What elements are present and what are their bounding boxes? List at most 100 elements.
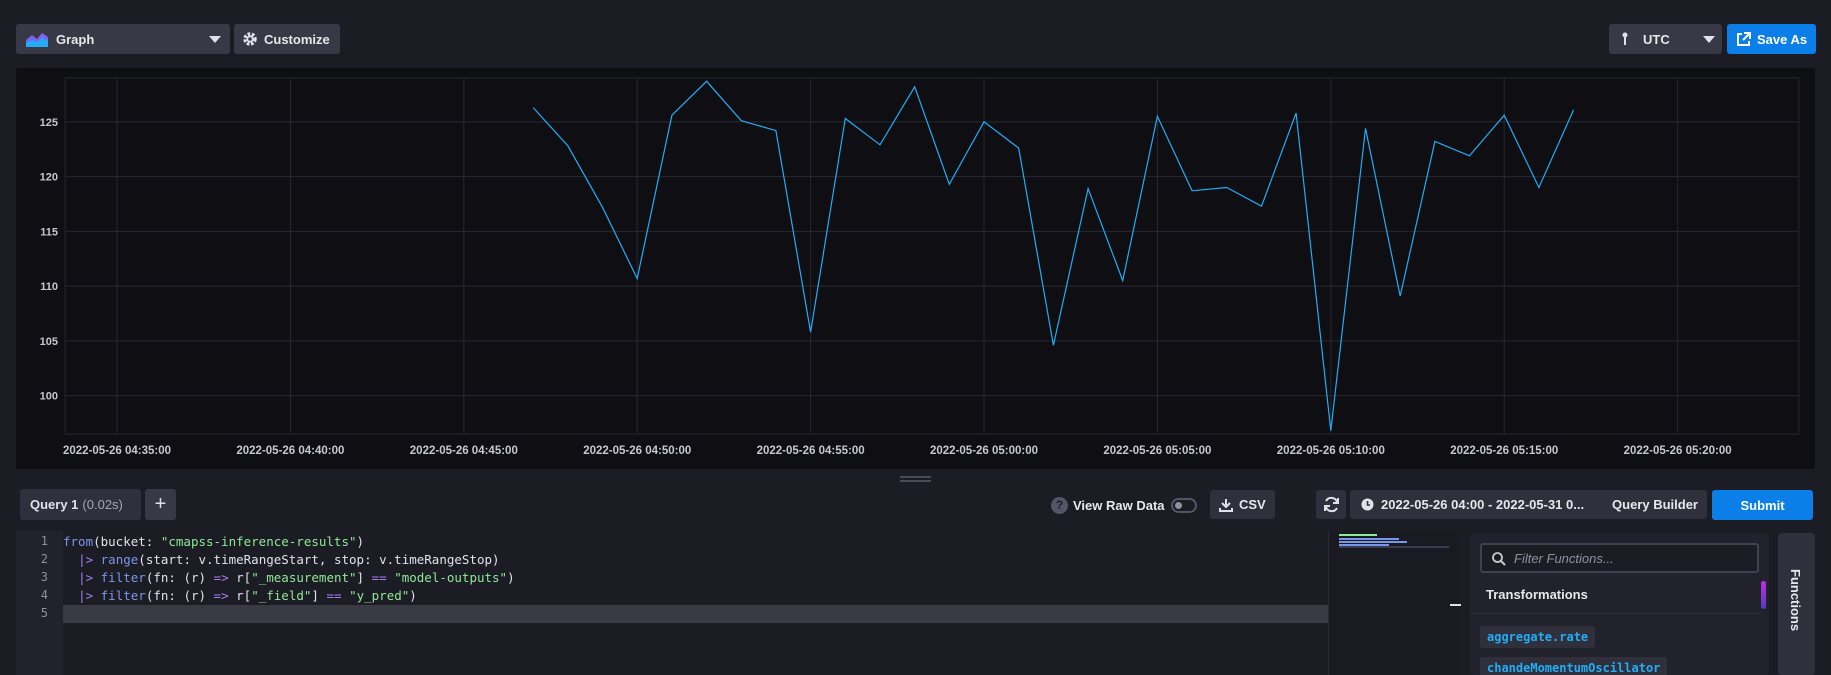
code-token: => bbox=[213, 570, 229, 585]
add-query-button[interactable]: + bbox=[145, 489, 176, 520]
code-token: == bbox=[326, 588, 342, 603]
x-tick-label: 2022-05-26 04:40:00 bbox=[236, 445, 344, 457]
submit-button[interactable]: Submit bbox=[1712, 490, 1813, 520]
x-tick-label: 2022-05-26 04:45:00 bbox=[410, 445, 518, 457]
customize-button[interactable]: Customize bbox=[234, 24, 340, 54]
line-number: 3 bbox=[40, 570, 48, 584]
view-raw-data-label: View Raw Data bbox=[1073, 497, 1165, 513]
y-tick-label: 105 bbox=[40, 336, 58, 348]
graph-type-icon bbox=[26, 33, 48, 47]
refresh-button[interactable] bbox=[1316, 490, 1346, 519]
code-line[interactable]: |> range(start: v.timeRangeStart, stop: … bbox=[63, 552, 499, 567]
code-token: ) bbox=[356, 534, 365, 549]
line-number: 1 bbox=[40, 534, 48, 548]
code-line[interactable]: |> filter(fn: (r) => r["_measurement"] =… bbox=[63, 570, 515, 585]
time-range-dropdown[interactable]: 2022-05-26 04:00 - 2022-05-31 0... bbox=[1350, 490, 1631, 519]
search-icon bbox=[1492, 552, 1506, 566]
collapse-icon[interactable] bbox=[1450, 604, 1461, 606]
code-minimap[interactable] bbox=[1328, 531, 1458, 675]
code-token: filter bbox=[100, 588, 146, 603]
code-line[interactable]: |> filter(fn: (r) => r["_field"] == "y_p… bbox=[63, 588, 417, 603]
functions-panel: Filter Functions... Transformations aggr… bbox=[1470, 533, 1769, 675]
code-token: (fn: (r) bbox=[145, 588, 214, 603]
export-icon bbox=[1737, 31, 1751, 46]
x-tick-label: 2022-05-26 05:10:00 bbox=[1277, 445, 1385, 457]
code-line[interactable]: from(bucket: "cmapss-inference-results") bbox=[63, 534, 364, 549]
code-token: filter bbox=[100, 570, 146, 585]
y-tick-label: 120 bbox=[40, 172, 58, 184]
filter-functions-input[interactable]: Filter Functions... bbox=[1480, 543, 1759, 573]
timezone-dropdown[interactable]: UTC bbox=[1609, 24, 1722, 54]
query-tab-label: Query 1 bbox=[30, 497, 79, 512]
customize-label: Customize bbox=[264, 31, 330, 47]
submit-label: Submit bbox=[1740, 497, 1785, 513]
csv-button[interactable]: CSV bbox=[1210, 490, 1275, 519]
toggle-switch[interactable] bbox=[1170, 497, 1197, 513]
query-builder-label: Query Builder bbox=[1612, 497, 1698, 512]
transformations-heading: Transformations bbox=[1486, 587, 1588, 602]
query-builder-button[interactable]: Query Builder bbox=[1603, 490, 1707, 519]
code-token: r[ bbox=[228, 588, 252, 603]
help-icon: ? bbox=[1051, 496, 1068, 514]
function-item-chande-momentum-oscillator[interactable]: chandeMomentumOscillator bbox=[1480, 657, 1668, 675]
line-number: 2 bbox=[40, 552, 48, 566]
y-tick-label: 115 bbox=[40, 226, 58, 238]
active-line-highlight bbox=[63, 605, 1328, 623]
code-token: "cmapss-inference-results" bbox=[160, 534, 357, 549]
x-tick-label: 2022-05-26 05:05:00 bbox=[1103, 445, 1211, 457]
code-token: |> bbox=[78, 552, 94, 567]
gear-icon bbox=[243, 32, 257, 46]
code-token: |> bbox=[78, 570, 94, 585]
line-chart[interactable]: 100 105 110 115 120 125 2022-05-26 04:35:00 202… bbox=[16, 68, 1815, 469]
x-tick-label: 2022-05-26 04:50:00 bbox=[583, 445, 691, 457]
code-token: "_field" bbox=[251, 588, 312, 603]
plus-icon: + bbox=[154, 493, 167, 515]
chevron-down-icon bbox=[209, 36, 221, 43]
functions-side-label: Functions bbox=[1788, 569, 1803, 632]
query-tab[interactable]: Query 1 (0.02s) bbox=[20, 489, 141, 520]
code-token: ] bbox=[356, 570, 372, 585]
function-item-aggregate-rate[interactable]: aggregate.rate bbox=[1480, 626, 1596, 648]
line-number: 5 bbox=[40, 606, 48, 620]
y-tick-label: 100 bbox=[40, 391, 58, 403]
y-tick-label: 125 bbox=[40, 117, 58, 129]
refresh-icon bbox=[1323, 496, 1339, 513]
code-token: from bbox=[63, 534, 94, 549]
x-tick-label: 2022-05-26 05:15:00 bbox=[1450, 445, 1558, 457]
code-token: "_measurement" bbox=[251, 570, 357, 585]
code-token: => bbox=[213, 588, 229, 603]
filter-placeholder: Filter Functions... bbox=[1514, 550, 1614, 566]
x-tick-label: 2022-05-26 05:00:00 bbox=[930, 445, 1038, 457]
y-tick-label: 110 bbox=[40, 281, 58, 293]
code-token: ) bbox=[507, 570, 515, 585]
view-raw-data-toggle[interactable]: ? View Raw Data bbox=[1051, 488, 1213, 522]
functions-side-tab[interactable]: Functions bbox=[1778, 533, 1815, 675]
x-tick-label: 2022-05-26 05:20:00 bbox=[1624, 445, 1732, 457]
code-token: (fn: (r) bbox=[145, 570, 214, 585]
save-as-button[interactable]: Save As bbox=[1727, 24, 1816, 54]
line-number: 4 bbox=[40, 588, 48, 602]
series-line[interactable] bbox=[532, 80, 1575, 431]
time-range-label: 2022-05-26 04:00 - 2022-05-31 0... bbox=[1381, 497, 1585, 512]
x-tick-label: 2022-05-26 04:35:00 bbox=[63, 445, 171, 457]
pin-icon bbox=[1622, 32, 1628, 45]
code-token: (bucket: bbox=[93, 534, 161, 549]
scrollbar-thumb[interactable] bbox=[1761, 581, 1766, 609]
code-token: ] bbox=[311, 588, 327, 603]
resize-handle[interactable] bbox=[890, 471, 940, 485]
code-token: == bbox=[371, 570, 387, 585]
query-bar: Query 1 (0.02s) + ? View Raw Data CSV 20… bbox=[16, 488, 1815, 522]
query-tab-time: (0.02s) bbox=[82, 497, 123, 512]
graph-panel[interactable]: 100 105 110 115 120 125 2022-05-26 04:35:00 202… bbox=[16, 68, 1815, 469]
graph-type-dropdown[interactable]: Graph bbox=[16, 24, 230, 54]
timezone-label: UTC bbox=[1643, 31, 1670, 47]
code-editor[interactable]: 1 from(bucket: "cmapss-inference-results"… bbox=[16, 531, 1328, 675]
x-tick-label: 2022-05-26 04:55:00 bbox=[757, 445, 865, 457]
